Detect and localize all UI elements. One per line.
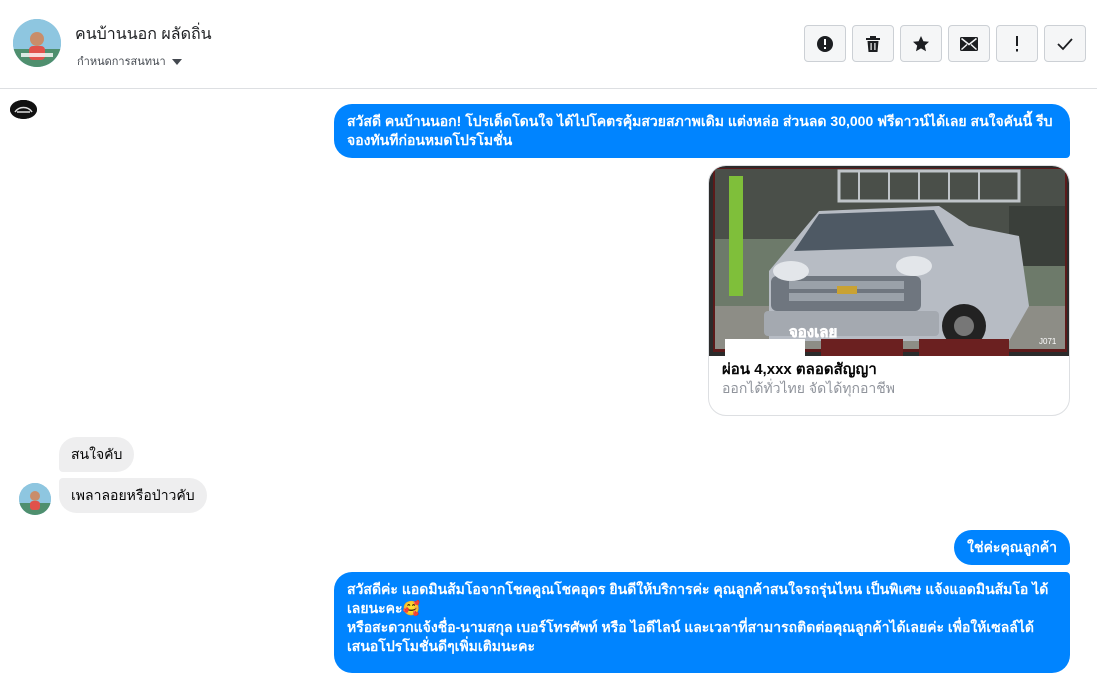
star-icon	[912, 35, 930, 53]
incoming-message: สนใจคับ	[59, 437, 135, 472]
conversation-header: คนบ้านนอก ผลัดถิ่น กำหนดการสนทนา	[0, 0, 1097, 89]
assign-label: กำหนดการสนทนา	[77, 56, 166, 68]
contact-name: คนบ้านนอก ผลัดถิ่น	[75, 26, 212, 43]
contact-avatar[interactable]	[13, 19, 61, 67]
link-preview-card[interactable]: จองเลย J071 ผ่อน 4,xxx ตลอดสัญญา ออกได้ท…	[708, 165, 1070, 416]
mark-unread-button[interactable]	[948, 25, 990, 62]
alert-circle-icon	[816, 35, 834, 53]
star-button[interactable]	[900, 25, 942, 62]
incoming-message: เพลาลอยหรือป่าวคับ	[59, 478, 207, 513]
caret-down-icon	[171, 58, 182, 65]
mark-done-button[interactable]	[1044, 25, 1086, 62]
outgoing-message-long: สวัสดีค่ะ แอดมินส้มโอจากโชคคูณโชคอุดร ยิ…	[334, 572, 1070, 673]
assign-conversation-dropdown[interactable]: กำหนดการสนทนา	[77, 52, 182, 70]
exclamation-icon	[1014, 35, 1020, 52]
message-line: หรือสะดวกแจ้งชื่อ-นามสกุล เบอร์โทรศัพท์ …	[347, 619, 1034, 654]
follow-up-button[interactable]	[996, 25, 1038, 62]
report-spam-button[interactable]	[804, 25, 846, 62]
envelope-icon	[960, 36, 978, 51]
image-code-text: J071	[1039, 337, 1057, 346]
car-image: จองเลย J071	[709, 166, 1069, 356]
delete-button[interactable]	[852, 25, 894, 62]
sender-avatar	[19, 483, 51, 515]
image-badge-text: จองเลย	[789, 324, 837, 341]
trash-icon	[865, 35, 881, 53]
page-logo	[10, 100, 37, 119]
outgoing-message: สวัสดี คนบ้านนอก! โปรเด็ดโดนใจ ได้ไปโคตร…	[334, 104, 1070, 158]
conversation-toolbar	[804, 25, 1086, 62]
outgoing-message: ใช่ค่ะคุณลูกค้า	[954, 530, 1070, 565]
card-subtitle: ออกได้ทั่วไทย จัดได้ทุกอาชีพ	[722, 380, 896, 396]
message-line: สวัสดีค่ะ แอดมินส้มโอจากโชคคูณโชคอุดร ยิ…	[347, 581, 1049, 616]
checkmark-icon	[1056, 37, 1074, 51]
